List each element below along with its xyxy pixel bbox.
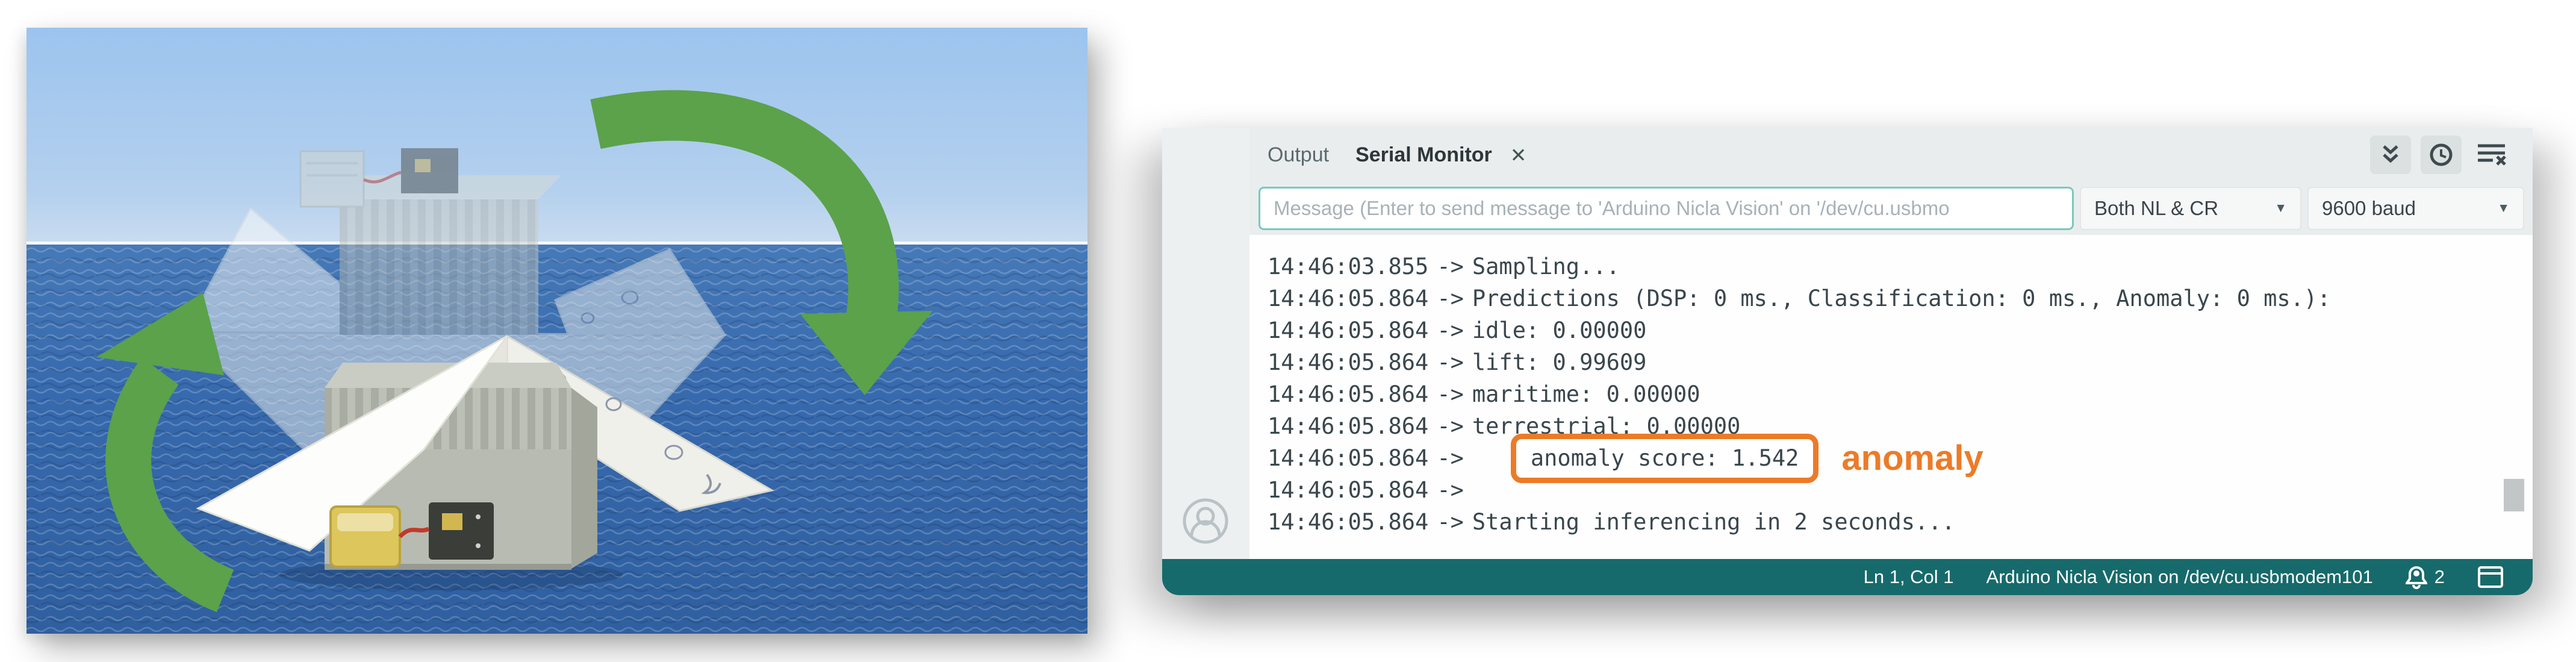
ide-bottom-panel: Output Serial Monitor ✕ — [1249, 128, 2533, 559]
dropdown-caret-icon: ▼ — [2274, 201, 2287, 216]
log-arrow: -> — [1437, 317, 1464, 343]
baud-rate-value: 9600 baud — [2322, 197, 2416, 220]
clear-output-icon — [2477, 143, 2506, 167]
log-line: 14:46:05.864 -> lift: 0.99609 — [1268, 346, 2533, 378]
autoscroll-button[interactable] — [2370, 136, 2411, 174]
board-connection-status[interactable]: Arduino Nicla Vision on /dev/cu.usbmodem… — [1986, 566, 2373, 588]
dropdown-caret-icon: ▼ — [2497, 201, 2510, 216]
tab-output[interactable]: Output — [1268, 128, 1329, 182]
log-arrow: -> — [1437, 286, 1464, 311]
log-text: Predictions (DSP: 0 ms., Classification:… — [1472, 286, 2331, 311]
panel-tabbar: Output Serial Monitor ✕ — [1249, 128, 2533, 182]
log-text: idle: 0.00000 — [1472, 317, 1647, 343]
clear-output-button[interactable] — [2471, 136, 2512, 174]
log-timestamp: 14:46:05.864 — [1268, 349, 1428, 375]
screenshot-stage: Output Serial Monitor ✕ — [0, 0, 2576, 662]
log-timestamp: 14:46:05.864 — [1268, 317, 1428, 343]
log-arrow: -> — [1437, 477, 1464, 503]
tab-serial-monitor[interactable]: Serial Monitor — [1355, 128, 1492, 182]
clock-icon — [2429, 143, 2453, 167]
log-text: Sampling... — [1472, 254, 1620, 279]
log-timestamp: 14:46:05.864 — [1268, 477, 1428, 503]
notifications[interactable]: 2 — [2406, 565, 2445, 589]
sky — [26, 28, 1087, 245]
log-text: maritime: 0.00000 — [1472, 381, 1700, 407]
account-icon[interactable] — [1182, 498, 1229, 545]
bell-icon — [2406, 565, 2427, 589]
log-line: 14:46:05.864 -> maritime: 0.00000 — [1268, 378, 2533, 410]
line-ending-select[interactable]: Both NL & CR ▼ — [2080, 187, 2301, 230]
boat-illustration — [26, 28, 1087, 634]
baud-rate-select[interactable]: 9600 baud ▼ — [2307, 187, 2524, 230]
log-arrow: -> — [1437, 413, 1464, 439]
double-chevron-down-icon — [2379, 145, 2402, 165]
log-timestamp: 14:46:05.864 — [1268, 509, 1428, 535]
timestamp-button[interactable] — [2421, 136, 2462, 174]
cursor-position[interactable]: Ln 1, Col 1 — [1864, 566, 1954, 588]
arduino-ide-window: Output Serial Monitor ✕ — [1162, 128, 2533, 595]
status-bar: Ln 1, Col 1 Arduino Nicla Vision on /dev… — [1162, 559, 2533, 595]
log-arrow: -> — [1437, 509, 1464, 535]
log-text: Starting inferencing in 2 seconds... — [1472, 509, 1955, 535]
log-arrow: -> — [1437, 445, 1464, 471]
notification-count: 2 — [2434, 566, 2445, 588]
line-ending-value: Both NL & CR — [2094, 197, 2218, 220]
log-timestamp: 14:46:03.855 — [1268, 254, 1428, 279]
boat-illustration-canvas — [26, 28, 1087, 634]
log-line-anomaly: 14:46:05.864->anomaly score: 1.542anomal… — [1268, 442, 2533, 474]
serial-message-input[interactable] — [1258, 187, 2074, 230]
scrollbar-thumb[interactable] — [2504, 479, 2524, 511]
log-timestamp: 14:46:05.864 — [1268, 381, 1428, 407]
log-arrow: -> — [1437, 254, 1464, 279]
log-arrow: -> — [1437, 349, 1464, 375]
log-timestamp: 14:46:05.864 — [1268, 445, 1428, 471]
serial-monitor-log[interactable]: 14:46:03.855 -> Sampling... 14:46:05.864 ->… — [1249, 235, 2533, 559]
log-timestamp: 14:46:05.864 — [1268, 286, 1428, 311]
log-line: 14:46:05.864 -> Starting inferencing in 2 … — [1268, 506, 2533, 538]
toggle-panel-icon[interactable] — [2477, 566, 2504, 589]
log-arrow: -> — [1437, 381, 1464, 407]
log-line: 14:46:05.864 -> Predictions (DSP: 0 ms., C… — [1268, 283, 2533, 314]
ide-sidebar — [1162, 128, 1249, 559]
log-line: 14:46:05.864 -> — [1268, 474, 2533, 506]
log-line: 14:46:03.855 -> Sampling... — [1268, 251, 2533, 283]
close-icon[interactable]: ✕ — [1510, 143, 1527, 167]
serial-toolbar — [2370, 136, 2512, 174]
log-text: lift: 0.99609 — [1472, 349, 1647, 375]
anomaly-score-highlight-box: anomaly score: 1.542 — [1511, 434, 1819, 483]
serial-input-row: Both NL & CR ▼ 9600 baud ▼ — [1249, 182, 2533, 235]
log-timestamp: 14:46:05.864 — [1268, 413, 1428, 439]
anomaly-annotation-label: anomaly — [1841, 438, 1983, 478]
log-line: 14:46:05.864 -> idle: 0.00000 — [1268, 314, 2533, 346]
